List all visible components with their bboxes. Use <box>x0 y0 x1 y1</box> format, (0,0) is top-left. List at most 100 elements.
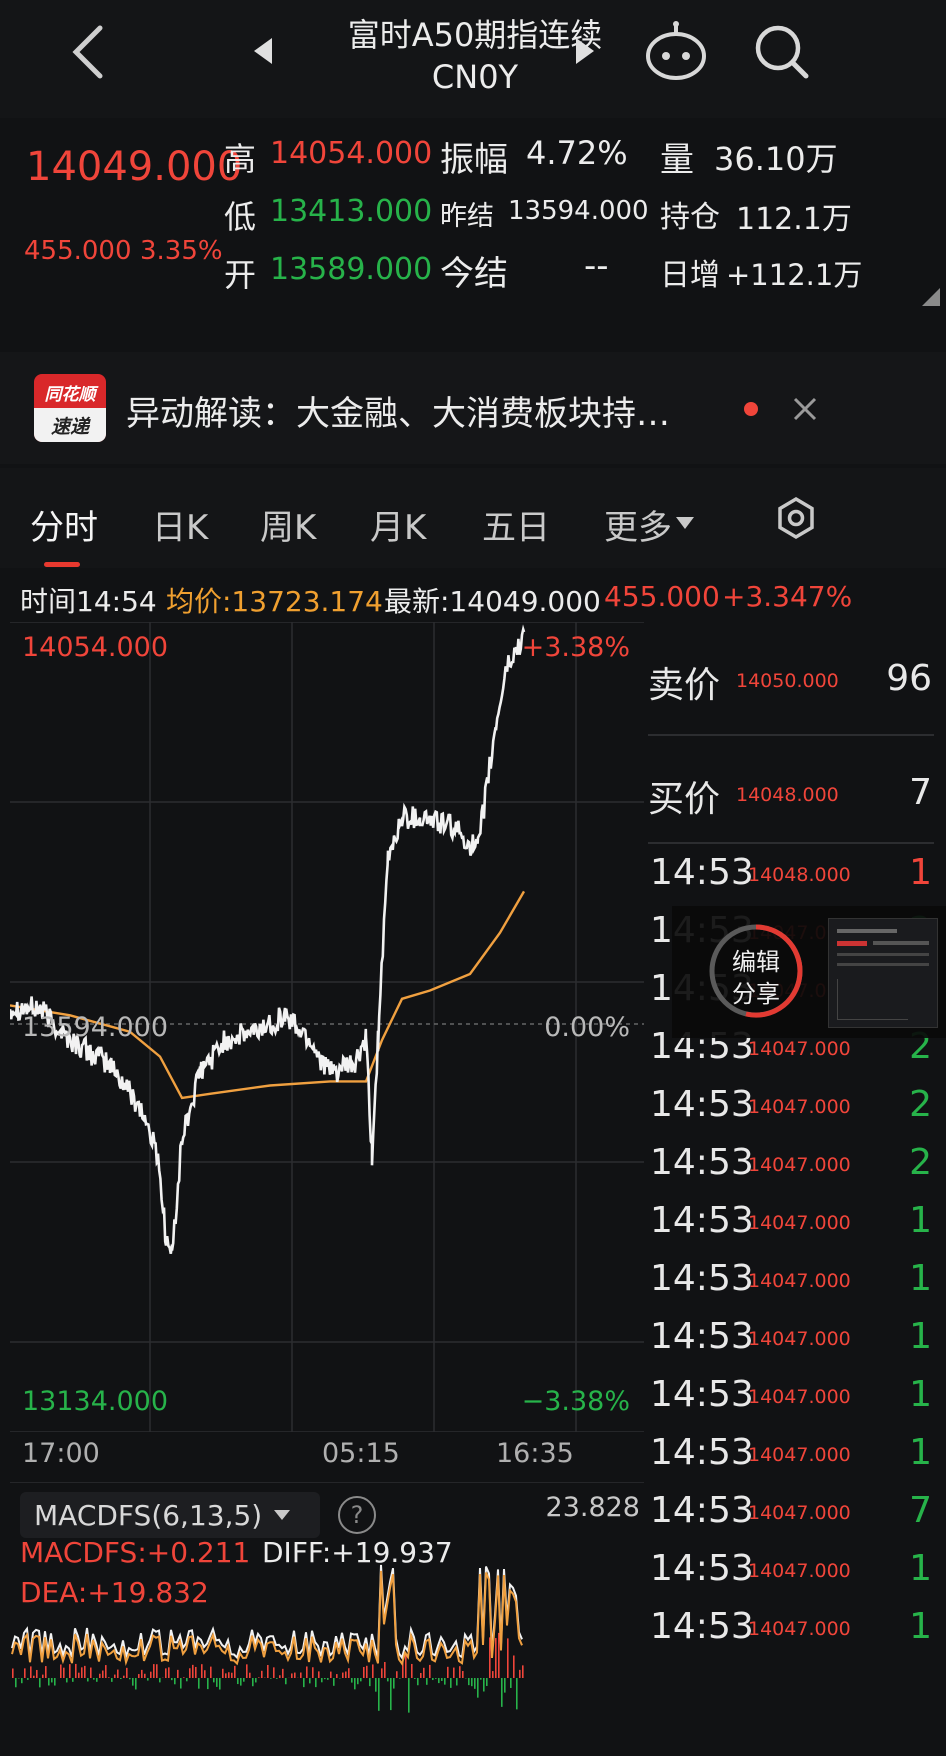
macd-bar <box>378 1678 380 1711</box>
trade-time: 14:53 <box>650 1548 754 1589</box>
help-icon: ? <box>351 1501 364 1529</box>
macd-bar <box>243 1678 245 1682</box>
macd-bar <box>159 1678 161 1682</box>
period-tabs: 分时 日K 周K 月K 五日 更多 <box>0 468 946 568</box>
tonghuashun-logo: 同花顺 速递 <box>34 374 106 442</box>
volume-label: 量 <box>660 132 694 181</box>
trade-tick-row: 14:5314047.0001 <box>648 1598 946 1662</box>
close-news-button[interactable] <box>792 396 818 426</box>
macd-bar <box>321 1678 323 1682</box>
macd-bar <box>231 1673 233 1678</box>
average-price-line <box>10 891 524 1098</box>
last-price: 14049.000 <box>26 144 242 190</box>
macd-bar <box>294 1673 296 1678</box>
macd-bar <box>267 1665 269 1678</box>
chart-settings-button[interactable] <box>774 496 818 544</box>
trade-price: 14047.000 <box>748 1096 851 1118</box>
macdfs-value: MACDFS:+0.211 <box>20 1536 250 1569</box>
macd-help-button[interactable]: ? <box>338 1496 376 1534</box>
macd-bar <box>39 1678 41 1687</box>
trade-price: 14047.000 <box>748 1154 851 1176</box>
tab-five-day[interactable]: 五日 <box>482 500 550 549</box>
macd-bar <box>246 1664 248 1678</box>
macd-bar <box>258 1677 260 1678</box>
macd-bar <box>468 1678 470 1685</box>
robot-assistant-button[interactable] <box>642 20 710 86</box>
tab-monthly-k[interactable]: 月K <box>370 500 426 549</box>
edit-share-button[interactable]: 编辑 分享 <box>706 916 806 1026</box>
macd-bar <box>390 1678 392 1710</box>
trade-tick-row: 14:5314047.0007 <box>648 1482 946 1546</box>
amplitude-label: 振幅 <box>440 132 508 181</box>
next-instrument-button[interactable] <box>574 36 596 70</box>
back-button[interactable] <box>66 22 110 82</box>
news-headline[interactable]: 异动解读：大金融、大消费板块持… <box>126 386 670 435</box>
search-icon <box>752 22 812 82</box>
macd-bar <box>111 1678 113 1682</box>
macd-bar <box>249 1673 251 1678</box>
macd-bar <box>186 1678 188 1681</box>
trade-tick-row: 14:5314047.0001 <box>648 1192 946 1256</box>
axis-top-pct: +3.38% <box>522 632 630 663</box>
order-book: 卖价 14050.000 96 买价 14048.000 7 14:531404… <box>648 622 946 1752</box>
share-thumbnail[interactable] <box>828 918 938 1028</box>
macd-panel[interactable]: MACDFS(6,13,5) ? 23.828 MACDFS:+0.211 DI… <box>10 1482 644 1752</box>
prev-instrument-button[interactable] <box>252 36 274 70</box>
macd-bar <box>333 1678 335 1686</box>
tab-more[interactable]: 更多 <box>604 500 672 549</box>
info-change-pct: +3.347% <box>722 580 852 613</box>
macd-bar <box>417 1678 419 1685</box>
intraday-chart[interactable]: 14054.000 +3.38% 13594.000 0.00% 13134.0… <box>10 622 644 1432</box>
macd-bar <box>411 1664 413 1678</box>
tab-weekly-k[interactable]: 周K <box>260 500 316 549</box>
open-label: 开 <box>224 250 256 296</box>
dea-value: DEA:+19.832 <box>20 1576 209 1609</box>
share-overlay[interactable]: 编辑 分享 <box>672 906 946 1038</box>
macd-bar <box>480 1678 482 1680</box>
trade-tick-row: 14:5314048.0001 <box>648 844 946 908</box>
crosshair-info-line: 时间14:54 均价:13723.174 最新:14049.000 455.00… <box>0 568 946 628</box>
macd-bar <box>348 1668 350 1678</box>
macd-bar <box>99 1674 101 1678</box>
macd-bar <box>132 1678 134 1686</box>
trade-volume: 1 <box>909 1432 932 1473</box>
axis-mid-price: 13594.000 <box>22 1012 168 1043</box>
macd-bar <box>504 1678 506 1693</box>
axis-bottom-price: 13134.000 <box>22 1386 168 1417</box>
macd-bar <box>12 1668 14 1678</box>
macd-bar <box>63 1668 65 1678</box>
macd-bar <box>150 1672 152 1678</box>
macd-bar <box>195 1667 197 1678</box>
macd-bar <box>252 1678 254 1686</box>
news-banner[interactable]: 同花顺 速递 异动解读：大金融、大消费板块持… <box>0 352 946 464</box>
macd-bar <box>207 1678 209 1689</box>
daily-increase-value: +112.1万 <box>726 252 862 294</box>
macd-bar <box>141 1670 143 1678</box>
macd-bar <box>354 1678 356 1689</box>
macd-bar <box>435 1678 437 1679</box>
macd-bar <box>426 1678 428 1685</box>
macd-selector[interactable]: MACDFS(6,13,5) <box>20 1492 320 1538</box>
macd-bar <box>135 1678 137 1689</box>
macd-bar <box>381 1668 383 1678</box>
macd-bar <box>519 1670 521 1678</box>
trade-time: 14:53 <box>650 1374 754 1415</box>
share-label-share: 分享 <box>706 974 806 1009</box>
search-button[interactable] <box>752 22 812 86</box>
macd-bar <box>222 1669 224 1678</box>
triangle-right-icon <box>574 36 596 66</box>
tab-intraday[interactable]: 分时 <box>30 500 98 549</box>
trade-time: 14:53 <box>650 1142 754 1183</box>
macd-bar <box>450 1678 452 1688</box>
trade-price: 14047.000 <box>748 1270 851 1292</box>
trade-tick-row: 14:5314047.0002 <box>648 1134 946 1198</box>
tab-daily-k[interactable]: 日K <box>152 500 208 549</box>
intraday-chart-svg: 14054.000 +3.38% 13594.000 0.00% 13134.0… <box>10 622 644 1432</box>
macd-bar <box>48 1678 50 1685</box>
expand-corner-icon[interactable] <box>922 288 940 310</box>
info-time: 时间14:54 <box>20 580 157 620</box>
trade-price: 14047.000 <box>748 1386 851 1408</box>
high-label: 高 <box>224 134 256 180</box>
macd-bar <box>462 1671 464 1678</box>
trade-volume: 7 <box>909 1490 932 1531</box>
